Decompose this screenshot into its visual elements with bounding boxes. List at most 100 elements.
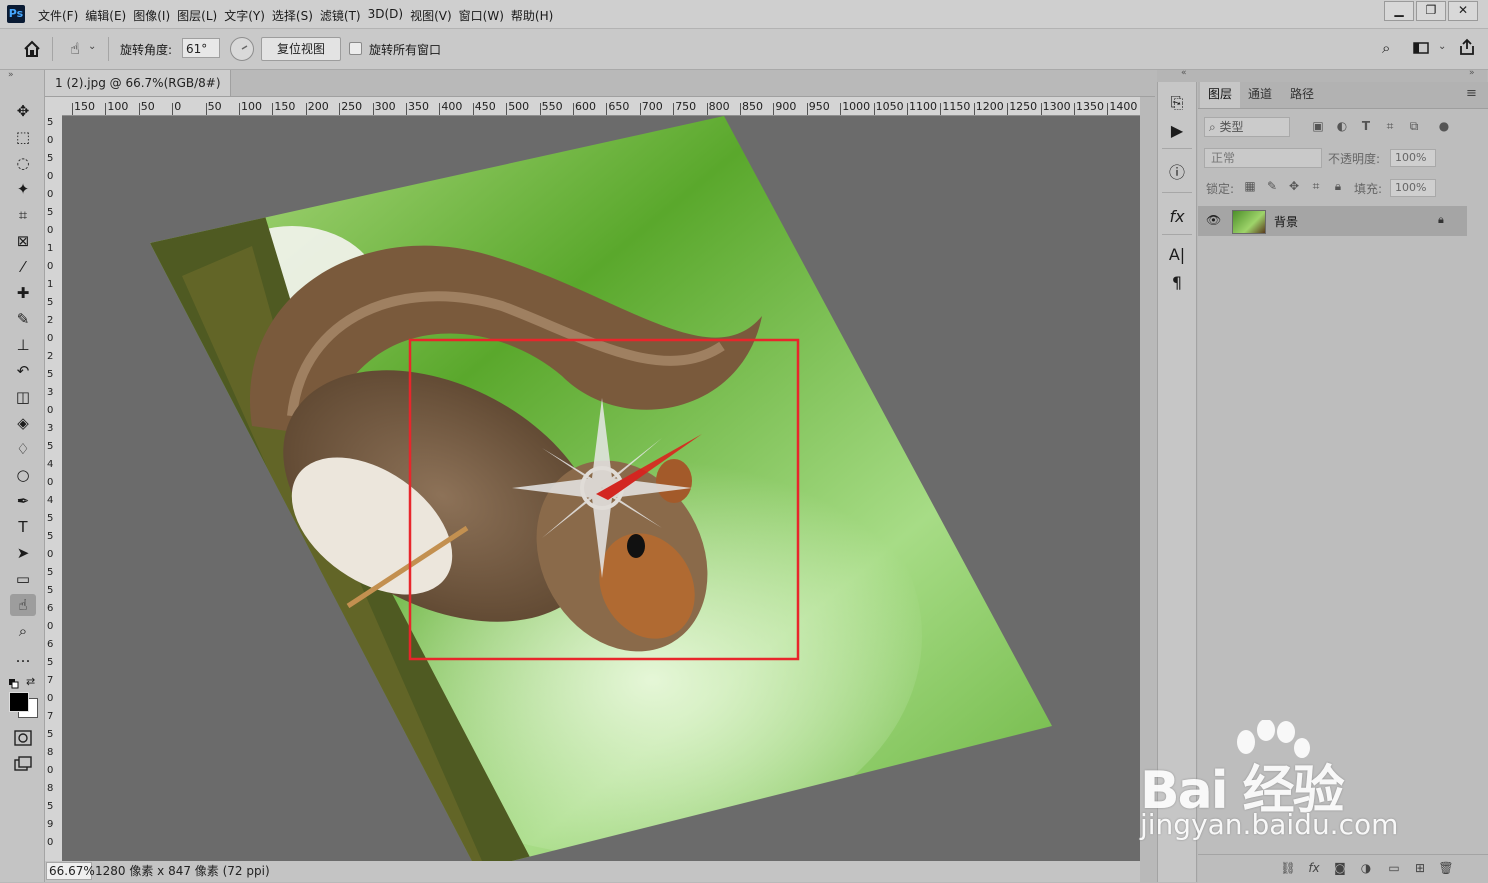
document-tab[interactable]: 1 (2).jpg @ 66.7%(RGB/8#) × (45, 70, 231, 116)
adjustment-layer-icon[interactable]: ◑ (1358, 861, 1374, 877)
shape-filter-icon[interactable]: ⌗ (1382, 119, 1398, 135)
rotation-angle-input[interactable]: 61° (182, 38, 220, 58)
workspace-chevron-icon[interactable]: ⌄ (1438, 41, 1446, 52)
dodge-tool[interactable]: ○ (10, 464, 36, 486)
opacity-input[interactable]: 100% (1390, 149, 1436, 167)
menu-view[interactable]: 视图(V) (410, 7, 459, 24)
menu-image[interactable]: 图像(I) (133, 7, 177, 24)
marquee-tool[interactable]: ⬚ (10, 126, 36, 148)
rectangle-tool[interactable]: ▭ (10, 568, 36, 590)
lock-position-icon[interactable]: ✥ (1286, 179, 1302, 195)
menu-type[interactable]: 文字(Y) (224, 7, 272, 24)
delete-layer-icon[interactable]: 🗑︎ (1438, 861, 1454, 877)
panel-menu-icon[interactable]: ≡ (1466, 86, 1477, 101)
collapse-mini-panel-icon[interactable]: « (1181, 68, 1187, 78)
reset-view-button[interactable]: 复位视图 (261, 37, 341, 61)
zoom-tool[interactable]: ⌕ (10, 620, 36, 642)
crop-tool[interactable]: ⌗ (10, 204, 36, 226)
vertical-ruler[interactable]: 5 0 5 0 0 5 0 1 0 1 5 2 0 2 5 3 0 3 5 4 0 4 5 5 0 5 5 6 0 6 5 7 0 7 5 8 0 8 5 9… (45, 115, 63, 861)
add-mask-icon[interactable]: ◙ (1332, 861, 1348, 877)
smart-object-filter-icon[interactable]: ⧉ (1406, 119, 1422, 135)
rotate-view-preset-icon[interactable]: ☝ (64, 38, 86, 60)
rotate-all-windows-checkbox[interactable] (349, 42, 362, 55)
swap-colors-icon[interactable]: ⇄ (26, 675, 35, 688)
move-tool[interactable]: ✥ (10, 100, 36, 122)
menu-window[interactable]: 窗口(W) (459, 7, 511, 24)
document-canvas[interactable] (62, 116, 1140, 861)
new-layer-icon[interactable]: ⊞ (1412, 861, 1428, 877)
menu-edit[interactable]: 编辑(E) (85, 7, 133, 24)
menu-file[interactable]: 文件(F) (38, 7, 85, 24)
close-button[interactable]: ✕ (1448, 1, 1478, 21)
magic-wand-tool[interactable]: ✦ (10, 178, 36, 200)
search-icon[interactable]: ⌕ (1382, 39, 1400, 57)
tab-layers[interactable]: 图层 (1200, 82, 1241, 108)
info-icon[interactable]: ⓘ (1166, 162, 1188, 184)
menu-select[interactable]: 选择(S) (272, 7, 320, 24)
collapse-panels-icon[interactable]: » (1469, 68, 1475, 78)
type-tool[interactable]: T (10, 516, 36, 538)
home-icon[interactable] (22, 39, 42, 59)
paint-bucket-tool[interactable]: ◈ (10, 412, 36, 434)
eyedropper-tool[interactable]: ⁄ (10, 256, 36, 278)
tab-paths[interactable]: 路径 (1282, 82, 1322, 108)
healing-brush-tool[interactable]: ✚ (10, 282, 36, 304)
lock-transparent-icon[interactable]: ▦ (1242, 179, 1258, 195)
fx-icon[interactable]: fx (1166, 206, 1188, 228)
lock-artboard-icon[interactable]: ⌗ (1308, 179, 1324, 195)
chevron-down-icon[interactable]: ⌄ (88, 41, 96, 52)
history-icon[interactable]: ⎘ (1166, 92, 1188, 114)
workspace-icon[interactable] (1412, 39, 1430, 57)
eraser-tool[interactable]: ◫ (10, 386, 36, 408)
ruler-label: 0 (47, 135, 54, 146)
pen-tool[interactable]: ✒ (10, 490, 36, 512)
frame-tool[interactable]: ⊠ (10, 230, 36, 252)
pixel-filter-icon[interactable]: ▣ (1310, 119, 1326, 135)
rotate-view-tool[interactable]: ☝ (10, 594, 36, 616)
blend-mode-select[interactable]: 正常 (1204, 148, 1322, 168)
menu-filter[interactable]: 滤镜(T) (320, 7, 368, 24)
layers-panel-footer: ⛓ fx ◙ ◑ ▭ ⊞ 🗑︎ (1198, 854, 1488, 883)
quick-mask-icon[interactable] (14, 730, 32, 746)
document-info[interactable]: 1280 像素 x 847 像素 (72 ppi) (95, 861, 270, 881)
eye-icon[interactable]: 👁︎ (1206, 213, 1221, 227)
minimize-button[interactable]: ▁ (1384, 1, 1414, 21)
layer-name[interactable]: 背景 (1274, 213, 1298, 230)
share-icon[interactable] (1457, 37, 1477, 57)
character-icon[interactable]: A| (1166, 244, 1188, 266)
adjustment-filter-icon[interactable]: ◐ (1334, 119, 1350, 135)
paragraph-icon[interactable]: ¶ (1166, 272, 1188, 294)
collapse-toolbar-icon[interactable]: » (8, 70, 14, 80)
lasso-tool[interactable]: ◌ (10, 152, 36, 174)
history-brush-tool[interactable]: ↶ (10, 360, 36, 382)
zoom-level-field[interactable]: 66.67% (46, 862, 95, 880)
more-tools[interactable]: … (10, 646, 36, 668)
menu-help[interactable]: 帮助(H) (511, 7, 560, 24)
layer-row[interactable]: 👁︎ 背景 🔒︎ (1198, 206, 1467, 236)
default-colors-icon[interactable] (9, 678, 19, 689)
stamp-tool[interactable]: ⊥ (10, 334, 36, 356)
ruler-origin[interactable] (45, 97, 62, 115)
layer-style-icon[interactable]: fx (1306, 861, 1322, 877)
menu-layer[interactable]: 图层(L) (177, 7, 224, 24)
play-icon[interactable]: ▶ (1166, 120, 1188, 142)
lock-image-icon[interactable]: ✎ (1264, 179, 1280, 195)
brush-tool[interactable]: ✎ (10, 308, 36, 330)
layer-filter-select[interactable]: ⌕ 类型 (1204, 117, 1290, 137)
horizontal-ruler[interactable]: 150 100 50 0 50 100 150 200 250 300 350 400 450 500 55… (62, 97, 1140, 116)
menu-3d[interactable]: 3D(D) (368, 7, 410, 24)
foreground-color-swatch[interactable] (9, 692, 29, 712)
link-layers-icon[interactable]: ⛓ (1280, 861, 1296, 877)
type-filter-icon[interactable]: T (1358, 119, 1374, 135)
path-selection-tool[interactable]: ➤ (10, 542, 36, 564)
restore-button[interactable]: ❐ (1416, 1, 1446, 21)
lock-all-icon[interactable]: 🔒︎ (1330, 179, 1346, 195)
rotation-dial[interactable] (230, 37, 254, 61)
new-group-icon[interactable]: ▭ (1386, 861, 1402, 877)
screen-mode-icon[interactable] (14, 756, 32, 772)
fill-input[interactable]: 100% (1390, 179, 1436, 197)
ruler-label: 950 (808, 100, 830, 113)
tab-channels[interactable]: 通道 (1240, 82, 1280, 108)
blur-tool[interactable]: ♢ (10, 438, 36, 460)
filter-toggle-icon[interactable]: ● (1436, 119, 1452, 135)
